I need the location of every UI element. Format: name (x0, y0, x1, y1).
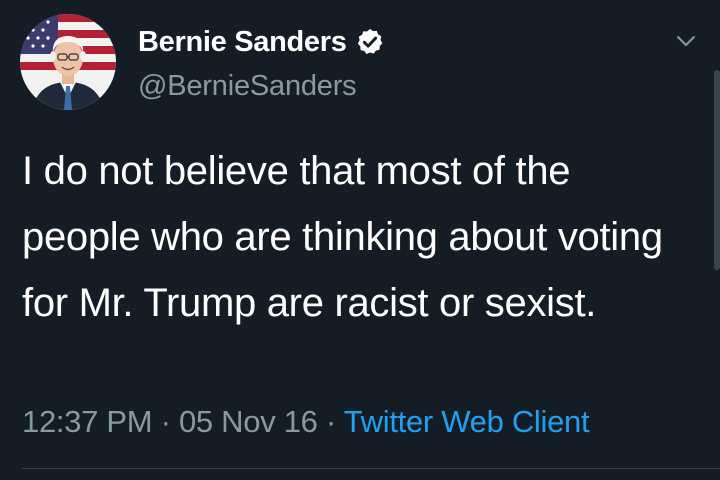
scrollbar[interactable] (714, 70, 720, 270)
meta-separator: · (325, 404, 336, 439)
chevron-down-icon[interactable] (676, 34, 696, 48)
display-name[interactable]: Bernie Sanders (138, 26, 347, 59)
user-handle[interactable]: @BernieSanders (138, 70, 357, 103)
verified-badge-icon (355, 27, 385, 57)
tweet-metadata: 12:37 PM · 05 Nov 16 · Twitter Web Clien… (22, 404, 590, 440)
divider (22, 468, 720, 469)
tweet-time[interactable]: 12:37 PM (22, 404, 153, 439)
tweet-date[interactable]: 05 Nov 16 (179, 404, 318, 439)
avatar-image (20, 14, 116, 110)
avatar[interactable] (20, 14, 116, 110)
meta-separator: · (160, 404, 171, 439)
tweet-card: Bernie Sanders @BernieSanders I do not b… (0, 0, 720, 480)
name-row: Bernie Sanders (138, 22, 385, 62)
tweet-source-link[interactable]: Twitter Web Client (344, 404, 590, 439)
tweet-text: I do not believe that most of the people… (22, 149, 663, 325)
